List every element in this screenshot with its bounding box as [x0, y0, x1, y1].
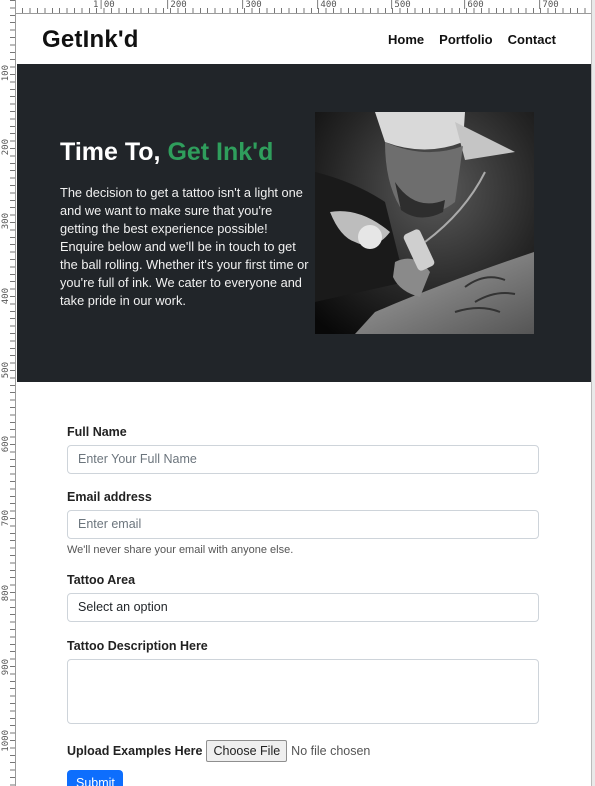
ruler-top: 1|00 |200 |300 |400 |500 |600 |700 — [0, 0, 595, 14]
ruler-tick: 1|00 — [93, 0, 115, 10]
ruler-tick: 200 — [1, 139, 11, 156]
full-name-label: Full Name — [67, 425, 127, 439]
submit-button[interactable]: Submit — [67, 770, 123, 786]
file-status: No file chosen — [291, 744, 371, 758]
hero-description: The decision to get a tattoo isn't a lig… — [60, 185, 309, 308]
ruler-tick: 300 — [1, 213, 11, 230]
tattoo-artist-illustration — [315, 112, 534, 334]
brand-logo[interactable]: GetInk'd — [42, 26, 139, 54]
ruler-tick: 800 — [1, 585, 11, 602]
page: GetInk'd Home Portfolio Contact Time To,… — [17, 15, 591, 786]
ruler-tick: 500 — [1, 362, 11, 379]
scrollbar-edge[interactable] — [591, 0, 595, 786]
email-input[interactable]: Enter email — [67, 510, 539, 539]
ruler-tick: 400 — [1, 288, 11, 305]
ruler-tick: |300 — [240, 0, 262, 10]
upload-label: Upload Examples Here — [67, 744, 203, 758]
description-textarea[interactable] — [67, 659, 539, 724]
nav-link-portfolio[interactable]: Portfolio — [439, 32, 492, 47]
email-group: Email address Enter email We'll never sh… — [67, 490, 539, 556]
ruler-tick: |200 — [165, 0, 187, 10]
ruler-tick: |400 — [315, 0, 337, 10]
ruler-tick: |500 — [389, 0, 411, 10]
description-group: Tattoo Description Here — [67, 639, 539, 724]
nav-links: Home Portfolio Contact — [388, 32, 556, 47]
submit-row: Submit — [67, 770, 539, 786]
ruler-tick: 600 — [1, 436, 11, 453]
ruler-left: 100 200 300 400 500 600 700 800 900 1000 — [0, 0, 16, 786]
description-label: Tattoo Description Here — [67, 639, 208, 653]
choose-file-button[interactable]: Choose File — [206, 740, 288, 762]
hero-title-accent: Get Ink'd — [167, 138, 274, 166]
nav-link-contact[interactable]: Contact — [508, 32, 556, 47]
tattoo-area-select[interactable]: Select an option — [67, 593, 539, 622]
upload-group: Upload Examples Here Choose File No file… — [67, 740, 539, 762]
ruler-tick: 700 — [1, 510, 11, 527]
ruler-tick: 1000 — [1, 730, 11, 752]
hero-title-prefix: Time To, — [60, 138, 161, 166]
hero-section: Time To, Get Ink'd The decision to get a… — [17, 64, 591, 382]
enquiry-form: Full Name Enter Your Full Name Email add… — [67, 425, 539, 786]
email-label: Email address — [67, 490, 152, 504]
ruler-tick: 900 — [1, 659, 11, 676]
email-help-text: We'll never share your email with anyone… — [67, 544, 294, 556]
tattoo-artist-photo — [315, 112, 534, 334]
ruler-tick: |600 — [462, 0, 484, 10]
navbar: GetInk'd Home Portfolio Contact — [17, 15, 591, 64]
hero-title: Time To, Get Ink'd — [60, 138, 273, 167]
full-name-input[interactable]: Enter Your Full Name — [67, 445, 539, 474]
ruler-tick: |700 — [537, 0, 559, 10]
ruler-tick: 100 — [1, 65, 11, 82]
full-name-group: Full Name Enter Your Full Name — [67, 425, 539, 474]
tattoo-area-group: Tattoo Area Select an option — [67, 573, 539, 622]
nav-link-home[interactable]: Home — [388, 32, 424, 47]
tattoo-area-label: Tattoo Area — [67, 573, 136, 587]
